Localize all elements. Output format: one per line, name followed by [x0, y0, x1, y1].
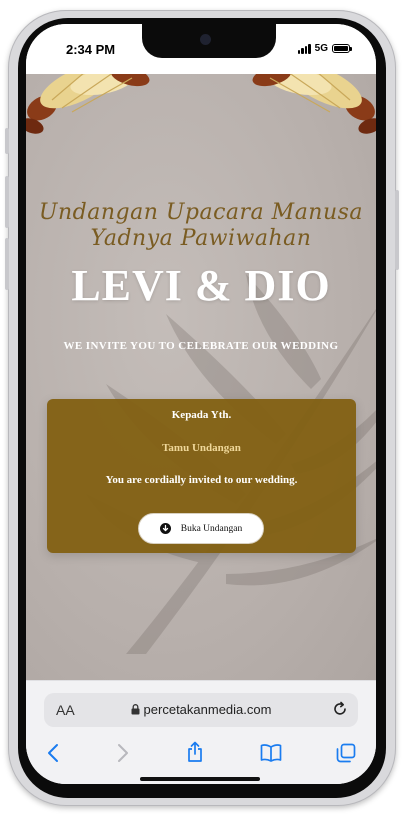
tabs-icon[interactable] [336, 743, 356, 763]
volume-down-button [5, 238, 9, 290]
back-icon[interactable] [46, 743, 60, 763]
dried-flower-decoration-left [26, 74, 150, 134]
safari-bottom-bar: AA percetakanmedia.com [26, 680, 376, 784]
lock-icon [131, 704, 140, 715]
power-button [395, 190, 399, 270]
card-greeting: Kepada Yth. [171, 409, 232, 421]
signal-icon [297, 43, 311, 54]
dried-flower-decoration-right [252, 74, 376, 134]
ceremony-title-line-2: Yadnya Pawiwahan [90, 226, 312, 251]
guest-name: Tamu Undangan [162, 442, 241, 454]
reload-icon[interactable] [332, 701, 348, 717]
arrow-down-circle-icon [159, 523, 171, 534]
bookmarks-icon[interactable] [260, 743, 282, 763]
couple-names: LEVI & DIO [71, 261, 331, 310]
notch [142, 24, 276, 58]
mute-switch [5, 128, 9, 154]
address-bar[interactable]: AA percetakanmedia.com [44, 693, 358, 727]
battery-icon [332, 44, 352, 53]
volume-up-button [5, 176, 9, 228]
invitation-cover[interactable]: Undangan Upacara Manusa Yadnya Pawiwahan… [26, 74, 376, 680]
status-bar: 2:34 PM 5G [26, 24, 376, 74]
share-icon[interactable] [186, 741, 204, 763]
invite-message: You are cordially invited to our wedding… [105, 474, 298, 486]
open-invitation-label: Buka Undangan [180, 523, 243, 534]
forward-icon[interactable] [116, 743, 130, 763]
invite-tagline: WE INVITE YOU TO CELEBRATE OUR WEDDING [63, 340, 339, 352]
front-camera [200, 34, 211, 45]
status-icons: 5G [297, 43, 352, 54]
open-invitation-button[interactable]: Buka Undangan [138, 513, 264, 544]
url-text: percetakanmedia.com [143, 702, 272, 717]
url-display[interactable]: percetakanmedia.com [44, 702, 358, 717]
network-type: 5G [314, 43, 328, 54]
phone-screen: 2:34 PM 5G Undangan Upacara Manusa Yadny… [26, 24, 376, 784]
status-time: 2:34 PM [66, 42, 116, 57]
ceremony-title-line-1: Undangan Upacara Manusa [38, 200, 364, 225]
home-indicator[interactable] [140, 777, 260, 781]
guest-card: Kepada Yth. Tamu Undangan You are cordia… [47, 399, 356, 553]
safari-toolbar [26, 741, 376, 767]
